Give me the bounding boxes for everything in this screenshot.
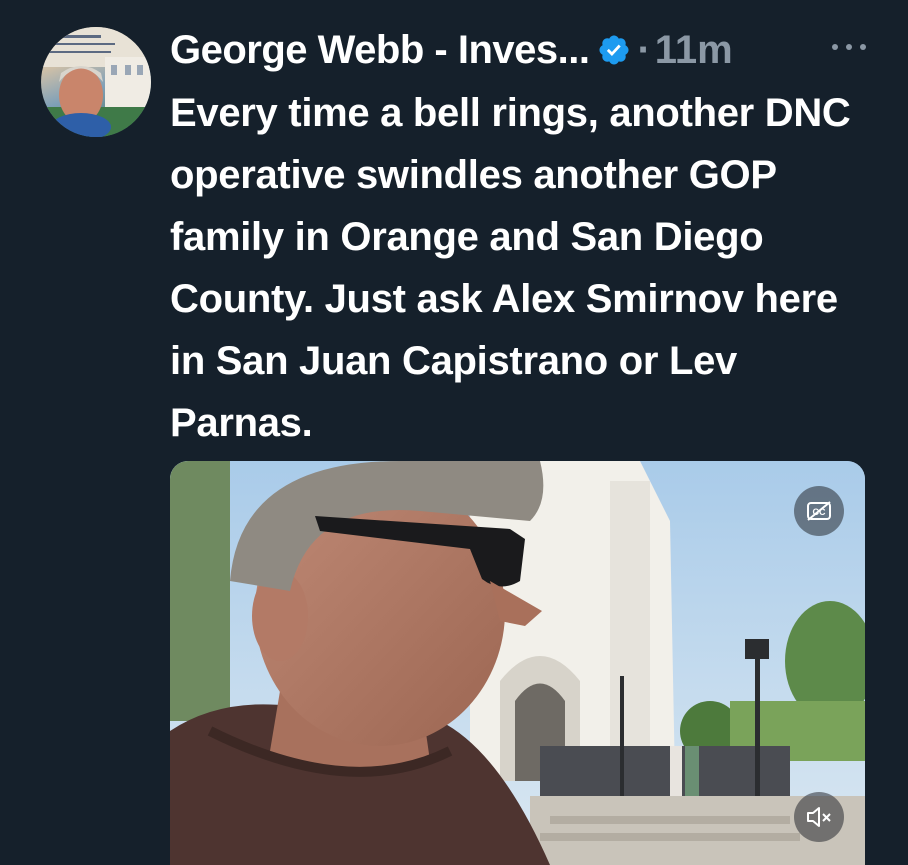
muted-speaker-icon [807, 807, 831, 827]
tweet-text: Every time a bell rings, another DNC ope… [170, 91, 851, 445]
author-name[interactable]: George Webb - Inves... [170, 28, 590, 73]
tweet[interactable]: George Webb - Inves... · 11m Every time … [0, 0, 908, 865]
verified-badge-icon[interactable] [597, 33, 631, 67]
avatar[interactable] [41, 27, 151, 137]
avatar-image [41, 27, 151, 137]
mute-button[interactable] [794, 792, 844, 842]
video-player[interactable] [170, 461, 865, 865]
captions-button[interactable]: CC [794, 486, 844, 536]
timestamp[interactable]: 11m [655, 28, 733, 73]
separator-dot: · [637, 27, 651, 72]
video-frame [170, 461, 865, 865]
more-options-icon[interactable] [832, 40, 866, 54]
tweet-header: George Webb - Inves... · 11m [170, 22, 733, 78]
closed-captions-icon: CC [807, 501, 831, 521]
